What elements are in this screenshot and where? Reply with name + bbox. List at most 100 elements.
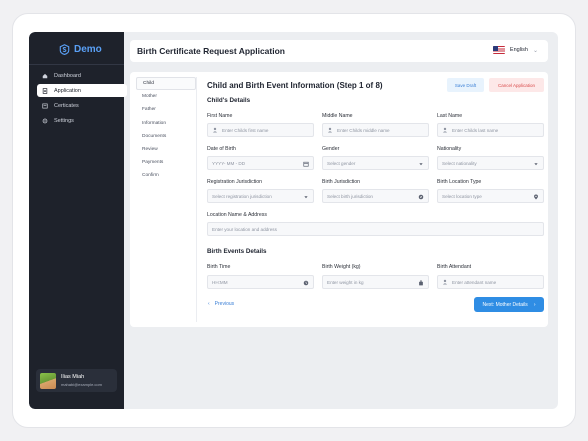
location-input[interactable]: Enter your location and address <box>207 222 544 236</box>
nationality-select[interactable]: Select nationality <box>437 156 544 170</box>
last-name-placeholder: Enter Childs last name <box>452 127 499 133</box>
sidebar-nav: Dashboard Application Certicates Setting… <box>37 69 127 129</box>
reg-jurisdiction-select[interactable]: Select registration jurisdiction <box>207 189 314 203</box>
sidebar-divider <box>29 64 124 65</box>
dob-input[interactable]: YYYY- MM - DD <box>207 156 314 170</box>
location-pin-icon <box>534 194 538 200</box>
app-window: Demo Dashboard Application Certicates Se… <box>29 32 558 409</box>
main-card: Child Mother Father Information Document… <box>130 72 548 327</box>
shield-logo-icon <box>59 43 70 55</box>
sidebar-item-label: Application <box>54 87 81 94</box>
reg-jurisdiction-label: Registration Jurisdiction <box>207 179 263 185</box>
nationality-placeholder: Select nationality <box>442 160 477 166</box>
brand-logo[interactable]: Demo <box>59 42 102 56</box>
brand-name: Demo <box>74 43 102 55</box>
location-label: Location Name & Address <box>207 212 267 218</box>
caret-down-icon <box>534 163 538 166</box>
next-button[interactable]: Next: Mother Details › <box>474 297 544 312</box>
user-icon <box>212 127 218 133</box>
chevron-down-icon: ⌄ <box>532 47 538 54</box>
gear-icon <box>42 118 48 123</box>
section-title-child: Child's Details <box>207 97 251 104</box>
sidebar-item-label: Certicates <box>54 102 79 109</box>
save-draft-button[interactable]: Save Draft <box>447 78 484 92</box>
sidebar-item-application[interactable]: Application <box>37 84 127 97</box>
middle-name-placeholder: Enter Childs middle name <box>337 127 390 133</box>
document-icon <box>42 87 48 94</box>
birth-weight-label: Birth Weight (kg) <box>322 264 361 270</box>
location-placeholder: Enter your location and address <box>212 226 277 232</box>
user-icon <box>442 279 448 285</box>
language-selector[interactable]: English ⌄ <box>492 46 538 54</box>
chevron-right-icon: › <box>533 301 536 308</box>
previous-button[interactable]: ‹ Previous <box>208 301 234 307</box>
step-child[interactable]: Child <box>136 77 196 91</box>
middle-name-input[interactable]: Enter Childs middle name <box>322 123 429 137</box>
birth-time-label: Birth Time <box>207 264 231 270</box>
section-title-birth: Birth Events Details <box>207 248 267 255</box>
birth-location-type-placeholder: Select location type <box>442 193 482 199</box>
gender-placeholder: Select gender <box>327 160 356 166</box>
first-name-label: First Name <box>207 113 233 119</box>
sidebar-item-dashboard[interactable]: Dashboard <box>37 69 127 82</box>
gender-label: Gender <box>322 146 340 152</box>
sidebar: Demo Dashboard Application Certicates Se… <box>29 32 127 409</box>
step-confirm[interactable]: Confirm <box>136 169 196 182</box>
birth-location-type-label: Birth Location Type <box>437 179 482 185</box>
user-icon <box>327 127 333 133</box>
previous-label: Previous <box>214 301 235 307</box>
birth-time-placeholder: HH:MM <box>212 279 228 285</box>
language-label: English <box>509 47 528 53</box>
last-name-input[interactable]: Enter Childs last name <box>437 123 544 137</box>
caret-down-icon <box>419 163 423 166</box>
birth-attendant-input[interactable]: Enter attendant name <box>437 275 544 289</box>
last-name-label: Last Name <box>437 113 463 119</box>
step-information[interactable]: Information <box>136 117 196 130</box>
sidebar-item-label: Dashboard <box>54 72 81 79</box>
sidebar-item-label: Settings <box>54 117 74 124</box>
step-nav: Child Mother Father Information Document… <box>136 77 196 183</box>
home-icon <box>42 73 48 78</box>
user-email: mahabi@example.com <box>61 382 102 387</box>
first-name-input[interactable]: Enter Childs first name <box>207 123 314 137</box>
certificate-icon <box>42 103 48 108</box>
birth-jurisdiction-select[interactable]: Select birth jurisdiction <box>322 189 429 203</box>
birth-jurisdiction-placeholder: Select birth jurisdiction <box>327 193 373 199</box>
cancel-application-button[interactable]: Cancel Application <box>489 78 544 92</box>
middle-name-label: Middle Name <box>322 113 353 119</box>
birth-attendant-label: Birth Attendant <box>437 264 472 270</box>
weight-icon <box>419 280 423 286</box>
step-divider <box>196 77 197 322</box>
gender-select[interactable]: Select gender <box>322 156 429 170</box>
sidebar-item-certificates[interactable]: Certicates <box>37 99 127 112</box>
us-flag-icon <box>492 46 505 54</box>
birth-jurisdiction-label: Birth Jurisdiction <box>322 179 361 185</box>
step-father[interactable]: Father <box>136 103 196 116</box>
user-profile[interactable]: Ilias Miah mahabi@example.com <box>36 369 117 392</box>
sidebar-item-settings[interactable]: Settings <box>37 114 127 127</box>
clock-icon <box>303 280 309 286</box>
birth-location-type-select[interactable]: Select location type <box>437 189 544 203</box>
page-title: Birth Certificate Request Application <box>137 46 285 56</box>
first-name-placeholder: Enter Childs first name <box>222 127 269 133</box>
step-payments[interactable]: Payments <box>136 156 196 169</box>
reg-jurisdiction-placeholder: Select registration jurisdiction <box>212 193 272 199</box>
next-label: Next: Mother Details <box>482 301 528 308</box>
calendar-icon[interactable] <box>303 161 309 167</box>
step-documents[interactable]: Documents <box>136 130 196 143</box>
dob-label: Date of Birth <box>207 146 236 152</box>
user-name: Ilias Miah <box>61 374 85 380</box>
top-bar: Birth Certificate Request Application En… <box>130 40 548 62</box>
birth-attendant-placeholder: Enter attendant name <box>452 279 497 285</box>
nationality-label: Nationality <box>437 146 462 152</box>
birth-weight-input[interactable]: Enter weight in kg <box>322 275 429 289</box>
compass-icon <box>418 194 424 200</box>
step-review[interactable]: Review <box>136 143 196 156</box>
child-form: Child and Birth Event Information (Step … <box>207 72 545 327</box>
birth-time-input[interactable]: HH:MM <box>207 275 314 289</box>
chevron-left-icon: ‹ <box>208 301 210 307</box>
step-mother[interactable]: Mother <box>136 90 196 103</box>
user-icon <box>442 127 448 133</box>
avatar <box>40 372 56 389</box>
form-title: Child and Birth Event Information (Step … <box>207 81 383 90</box>
